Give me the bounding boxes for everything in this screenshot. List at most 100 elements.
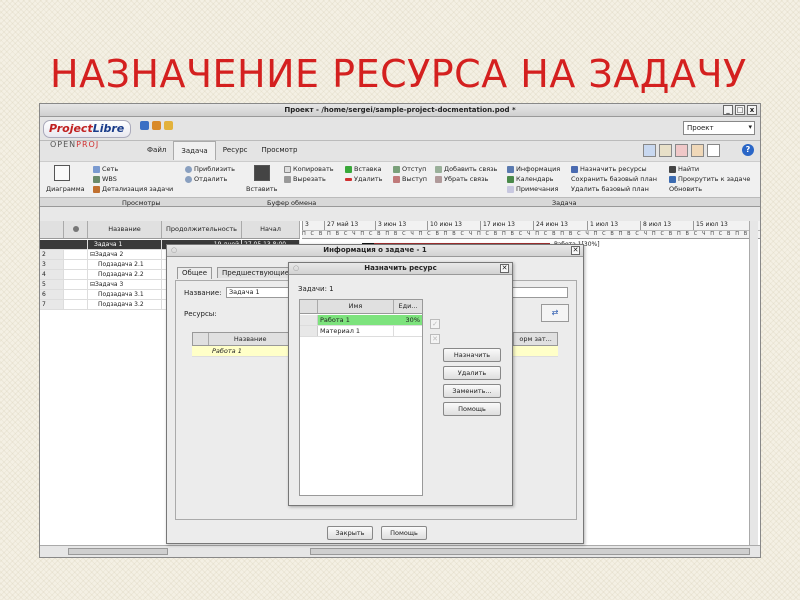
assign-dialog-titlebar[interactable]: ○ Назначить ресурс ✕ <box>289 263 512 275</box>
copy-button[interactable]: Копировать <box>284 165 334 173</box>
notes-button[interactable]: Примечания <box>507 185 558 193</box>
openproj-text-b: PROJ <box>76 140 100 149</box>
delete-button[interactable]: Удалить <box>345 175 382 183</box>
find-button[interactable]: Найти <box>669 165 699 173</box>
network-view-icon[interactable] <box>659 144 672 157</box>
projectlibre-logo: ProjectLibre <box>43 120 131 138</box>
close-icon[interactable]: ✕ <box>571 246 580 255</box>
undo-icon[interactable] <box>152 121 161 130</box>
update-button[interactable]: Обновить <box>669 185 702 193</box>
resource-name-header[interactable]: Имя <box>318 300 394 313</box>
paste-button[interactable]: Вставить <box>246 185 277 193</box>
assign-resources-icon[interactable]: ⇄ <box>541 304 569 322</box>
assign-resources-button[interactable]: Назначить ресурсы <box>571 165 647 173</box>
maximize-button[interactable]: □ <box>735 105 745 115</box>
duration-column-header[interactable]: Продолжительность <box>162 221 242 238</box>
row-handle-header <box>193 333 209 345</box>
row-number: 7 <box>40 300 64 309</box>
start-column-header[interactable]: Начал <box>242 221 300 238</box>
delete-baseline-button[interactable]: Удалить базовый план <box>571 185 649 193</box>
cancel-icon[interactable]: ✕ <box>430 334 440 344</box>
scroll-thumb-right[interactable] <box>310 548 750 555</box>
insert-button[interactable]: Вставка <box>345 165 382 173</box>
tab-general[interactable]: Общее <box>177 267 213 279</box>
window-titlebar[interactable]: Проект - /home/sergei/sample-project-doc… <box>40 104 760 117</box>
name-column-header[interactable]: Название <box>88 221 162 238</box>
calendar-button[interactable]: Календарь <box>507 175 553 183</box>
blank-view-icon[interactable] <box>707 144 720 157</box>
info-column-header[interactable] <box>64 221 88 238</box>
work-formula-header[interactable]: орм зат... <box>513 333 557 345</box>
task-name: ⊟Задача 2 <box>88 250 162 259</box>
scroll-to-task-button[interactable]: Прокрутить к задаче <box>669 175 750 183</box>
help-button[interactable]: Помощь <box>443 402 501 416</box>
tab-view[interactable]: Просмотр <box>255 141 305 160</box>
notes-label: Примечания <box>516 185 559 193</box>
assign-button[interactable]: Назначить <box>443 348 501 362</box>
task-name-field-continued[interactable] <box>512 287 568 298</box>
wbs-button[interactable]: WBS <box>93 175 117 183</box>
redo-icon[interactable] <box>164 121 173 130</box>
calendar-label: Календарь <box>516 175 554 183</box>
zoom-out-button[interactable]: Отдалить <box>185 175 227 183</box>
minimize-button[interactable]: _ <box>723 105 733 115</box>
save-icon[interactable] <box>140 121 149 130</box>
task-name: Подзадача 3.1 <box>88 290 162 299</box>
vertical-scrollbar[interactable] <box>749 221 758 547</box>
zoom-in-button[interactable]: Приблизить <box>185 165 235 173</box>
resource-view-icon[interactable] <box>675 144 688 157</box>
cut-button[interactable]: Вырезать <box>284 175 326 183</box>
tab-file[interactable]: Файл <box>140 141 173 160</box>
ribbon-group-labels: Просмотры Буфер обмена Задача <box>40 197 760 207</box>
outdent-icon <box>393 175 400 183</box>
outdent-button[interactable]: Выступ <box>393 175 427 183</box>
day-letters: П С В П В С Ч П С В П В С Ч П С В П В С … <box>302 230 760 239</box>
check-icon[interactable]: ✓ <box>430 319 440 329</box>
help-button[interactable]: Помощь <box>381 526 427 540</box>
tab-resource[interactable]: Ресурс <box>216 141 255 160</box>
binoculars-icon <box>669 165 676 173</box>
row-handle-header <box>300 300 318 313</box>
replace-button[interactable]: Заменить... <box>443 384 501 398</box>
scroll-thumb-left[interactable] <box>68 548 168 555</box>
table-row[interactable]: Работа 1 30% <box>300 315 422 326</box>
network-button[interactable]: Сеть <box>93 165 118 173</box>
name-label: Название: <box>184 289 222 297</box>
row-number: 5 <box>40 280 64 289</box>
horizontal-scrollbar[interactable] <box>40 545 760 557</box>
zoom-out-label: Отдалить <box>194 175 228 183</box>
close-icon[interactable]: ✕ <box>500 264 509 273</box>
gantt-diagram-icon[interactable] <box>54 165 70 181</box>
chart-view-icon[interactable] <box>643 144 656 157</box>
assign-resources-label: Назначить ресурсы <box>580 165 647 173</box>
remove-button[interactable]: Удалить <box>443 366 501 380</box>
paste-icon[interactable] <box>254 165 270 181</box>
diagram-button[interactable]: Диаграмма <box>46 185 85 193</box>
ribbon: Диаграмма Сеть WBS Детализация задачи Пр… <box>40 161 760 197</box>
task-info-dialog-titlebar[interactable]: ○ Информация о задаче - 1 ✕ <box>167 245 583 257</box>
resource-name-header[interactable]: Название <box>209 333 293 345</box>
resources-list: Имя Еди... Работа 1 30% Материал 1 <box>299 299 423 496</box>
tab-task[interactable]: Задача <box>173 141 216 160</box>
dialog-circle-icon: ○ <box>293 264 300 272</box>
information-label: Информация <box>516 165 561 173</box>
close-dialog-button[interactable]: Закрыть <box>327 526 373 540</box>
remove-link-button[interactable]: Убрать связь <box>435 175 488 183</box>
network-icon <box>93 165 100 173</box>
indent-button[interactable]: Отступ <box>393 165 426 173</box>
project-select[interactable]: Проект <box>683 121 755 135</box>
information-button[interactable]: Информация <box>507 165 560 173</box>
zoom-in-icon <box>185 165 192 173</box>
task-name-field[interactable]: Задача 1 <box>226 287 296 298</box>
add-link-button[interactable]: Добавить связь <box>435 165 497 173</box>
report-view-icon[interactable] <box>691 144 704 157</box>
units-header[interactable]: Еди... <box>394 300 422 313</box>
find-label: Найти <box>678 165 700 173</box>
tab-predecessors[interactable]: Предшествующие <box>217 267 295 278</box>
help-icon[interactable]: ? <box>742 144 754 156</box>
close-button[interactable]: x <box>747 105 757 115</box>
table-row[interactable]: Материал 1 <box>300 326 422 337</box>
task-detail-button[interactable]: Детализация задачи <box>93 185 173 193</box>
row-info-cell <box>64 260 88 269</box>
save-baseline-button[interactable]: Сохранить базовый план <box>571 175 657 183</box>
